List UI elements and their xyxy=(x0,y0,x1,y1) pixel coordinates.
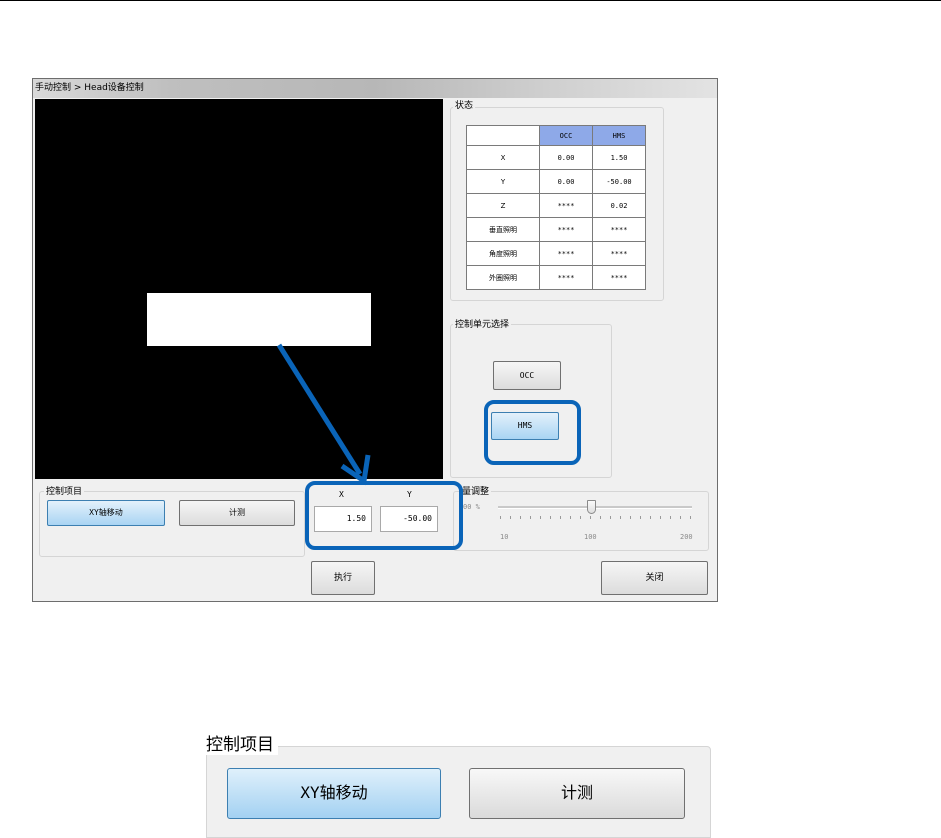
zoom-measure-button[interactable]: 计测 xyxy=(469,768,685,819)
zoom-control-items-label: 控制项目 xyxy=(206,730,278,755)
arrow-shaft xyxy=(276,343,363,476)
zoom-xy-move-button[interactable]: XY轴移动 xyxy=(227,768,441,819)
annotation-arrow xyxy=(276,343,371,486)
